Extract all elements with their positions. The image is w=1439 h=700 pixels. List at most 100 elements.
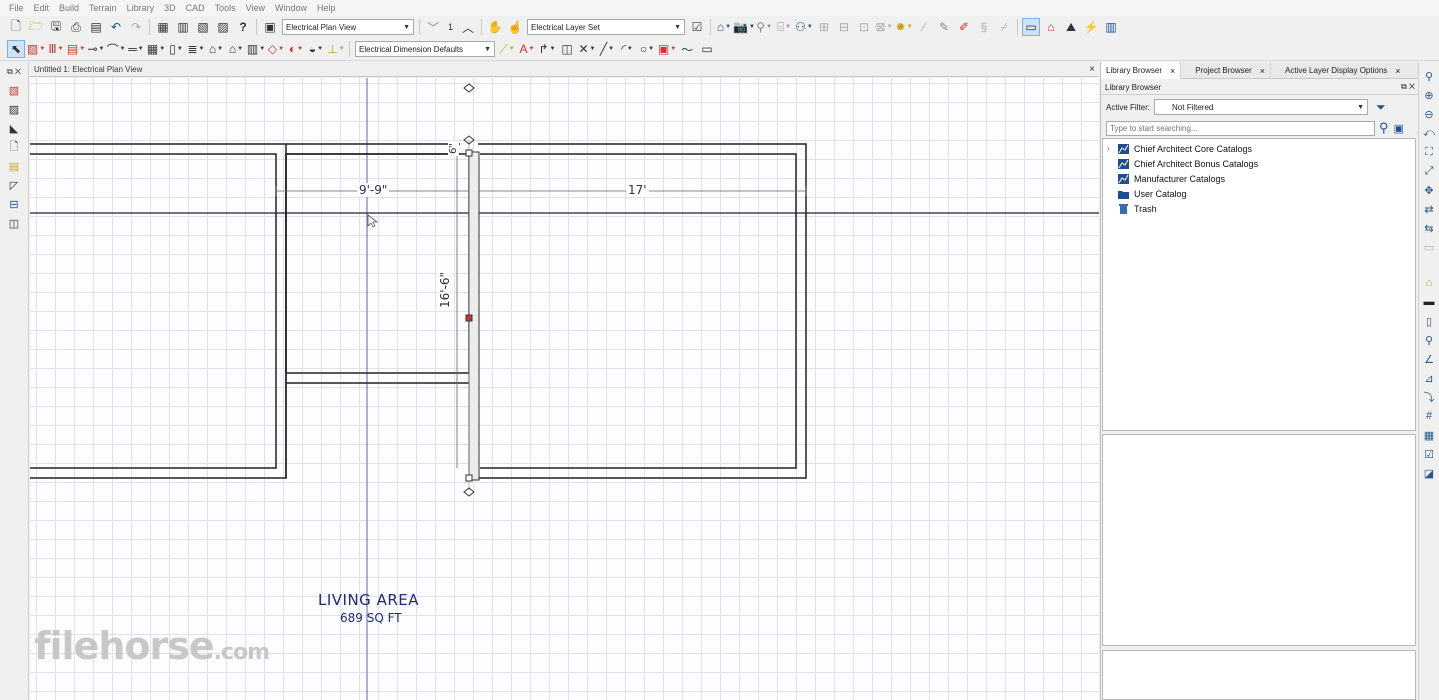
plan-toggle-icon[interactable]: ▦ xyxy=(154,18,172,36)
bulge-icon[interactable]: ⤵ xyxy=(1421,389,1437,405)
zoom-in-icon[interactable]: ⊕ xyxy=(1421,87,1437,103)
float-icon[interactable]: ⧉ xyxy=(1401,82,1407,91)
tab-project-browser[interactable]: Project Browser × xyxy=(1181,62,1272,79)
layer-set-select[interactable]: Electrical Layer Set ▼ xyxy=(527,19,686,35)
grid-page-icon[interactable]: ▭ xyxy=(1421,239,1437,255)
close-icon[interactable]: × xyxy=(1170,66,1175,76)
tree-item-user-catalog[interactable]: User Catalog xyxy=(1103,186,1415,201)
binoculars-icon[interactable]: ⚇ ▼ xyxy=(795,18,813,36)
menu-library[interactable]: Library xyxy=(122,3,160,13)
menu-help[interactable]: Help xyxy=(312,3,341,13)
wall-tool-icon[interactable]: ▧ xyxy=(5,82,23,99)
select-objects-icon[interactable]: ⬉ xyxy=(7,40,25,58)
page-tool-icon[interactable]: 🗋 xyxy=(5,139,23,156)
menu-build[interactable]: Build xyxy=(54,3,84,13)
cross-icon[interactable]: ✕ ▼ xyxy=(578,40,596,58)
snap-angle-icon[interactable]: ∠ xyxy=(1421,351,1437,367)
close-icon[interactable]: × xyxy=(1395,66,1400,76)
draw-line-icon[interactable]: ╱ ▼ xyxy=(598,40,616,58)
zoom-icon[interactable]: ⚲ xyxy=(1421,68,1437,84)
tree-item-trash[interactable]: Trash xyxy=(1103,201,1415,216)
line-tool-icon[interactable]: ═ ▼ xyxy=(127,40,145,58)
move-handle-top[interactable] xyxy=(463,83,475,93)
cad-block-icon[interactable]: ▭ xyxy=(698,40,716,58)
tree-item-bonus-catalogs[interactable]: Chief Architect Bonus Catalogs xyxy=(1103,156,1415,171)
material-tool-icon[interactable]: ▤ xyxy=(5,158,23,175)
redo-icon[interactable]: ↷ xyxy=(127,18,145,36)
close-icon[interactable]: × xyxy=(1260,66,1265,76)
new-file-icon[interactable]: 🗋 xyxy=(7,18,25,36)
float-pin-icon[interactable]: ⧉ ✕ xyxy=(5,63,23,80)
window-tile-icon[interactable]: ▭ xyxy=(1022,18,1041,36)
wall-left-room[interactable] xyxy=(30,143,287,479)
marker-icon[interactable]: ◫ xyxy=(558,40,576,58)
floor-down-icon[interactable]: ﹀ xyxy=(424,18,442,36)
undo-icon[interactable]: ↶ xyxy=(107,18,125,36)
dimension-9-9[interactable]: 9'-9" xyxy=(357,183,390,197)
plan-check-icon[interactable]: ☑ xyxy=(1421,446,1437,462)
elevation-icon[interactable]: ⌂ xyxy=(1042,18,1060,36)
layer-check-icon[interactable]: ☑ xyxy=(688,18,706,36)
render-icon[interactable]: ⊟ xyxy=(835,18,853,36)
search-input[interactable] xyxy=(1106,120,1375,136)
draw-walls-icon[interactable]: ▧ ▼ xyxy=(27,40,45,58)
layer-bar-icon[interactable]: ▬ xyxy=(1421,294,1437,310)
elevation-tool-icon[interactable]: ◣ xyxy=(5,120,23,137)
layout-toggle-icon[interactable]: ▥ xyxy=(174,18,192,36)
plan-view-select[interactable]: Electrical Plan View ▼ xyxy=(282,19,414,35)
page-zoom-icon[interactable]: ⚲ xyxy=(1421,332,1437,348)
roof-icon[interactable]: ⌂ ▼ xyxy=(207,40,225,58)
end-handle-bottom[interactable] xyxy=(465,474,473,482)
camera-icon[interactable]: 📷 ▼ xyxy=(733,18,755,36)
eraser-icon[interactable]: ⌿ xyxy=(995,18,1013,36)
panel-icon[interactable]: ▥ xyxy=(1102,18,1120,36)
floor-material-icon[interactable]: ◇ ▼ xyxy=(267,40,285,58)
mid-handle[interactable] xyxy=(465,314,473,322)
dimension-17[interactable]: 17' xyxy=(626,183,649,197)
tree-item-core-catalogs[interactable]: › Chief Architect Core Catalogs xyxy=(1103,141,1415,156)
light-icon[interactable]: ✹ ▼ xyxy=(895,18,913,36)
active-filter-select[interactable]: Not Filtered ▼ xyxy=(1154,99,1369,115)
dimension-defaults-select[interactable]: Electrical Dimension Defaults ▼ xyxy=(355,41,495,57)
menu-3d[interactable]: 3D xyxy=(159,3,181,13)
hatch-tool-icon[interactable]: ▨ xyxy=(5,101,23,118)
floor-up-icon[interactable]: ︿ xyxy=(459,18,477,36)
open-folder-icon[interactable]: 🗁 xyxy=(27,18,45,36)
print-icon[interactable]: ⎙ xyxy=(67,18,85,36)
help-icon[interactable]: ? xyxy=(234,18,252,36)
search-options-icon[interactable]: ▣ xyxy=(1394,122,1404,135)
spline-icon[interactable]: 〜 xyxy=(678,40,696,58)
search-icon[interactable]: ⚲ xyxy=(1379,120,1389,136)
print-preview-icon[interactable]: ▤ xyxy=(87,18,105,36)
dimension-tool-icon[interactable]: ⊟ xyxy=(5,196,23,213)
grid-check-icon[interactable]: ▦ xyxy=(1421,427,1437,443)
hand-edit-icon[interactable]: ☝ xyxy=(506,18,524,36)
fence-icon[interactable]: ▥ ▼ xyxy=(247,40,265,58)
cabinet-box-icon[interactable]: ▦ ▼ xyxy=(147,40,165,58)
furniture-icon[interactable]: ⊞ xyxy=(815,18,833,36)
end-handle-top[interactable] xyxy=(465,149,473,157)
door-view-icon[interactable]: ⌸ ▼ xyxy=(775,18,793,36)
dimension-16-6[interactable]: 16'-6" xyxy=(438,269,452,310)
walkthrough-icon[interactable]: ⚲ ▼ xyxy=(755,18,773,36)
cabinet-icon[interactable]: ▤ ▼ xyxy=(67,40,85,58)
terrain-window-icon[interactable]: ⛰ xyxy=(1062,18,1080,36)
menu-file[interactable]: File xyxy=(4,3,29,13)
text-icon[interactable]: A ▼ xyxy=(518,40,536,58)
paint-icon[interactable]: ✎ xyxy=(935,18,953,36)
view-tab[interactable]: Untitled 1: Electrical Plan View × xyxy=(30,62,1099,77)
draw-arc-icon[interactable]: ◜ ▼ xyxy=(618,40,636,58)
energy-icon[interactable]: ⚡ xyxy=(1082,18,1100,36)
hand-icon[interactable]: ✋ xyxy=(486,18,504,36)
box-icon[interactable]: ▣ ▼ xyxy=(658,40,676,58)
callout-icon[interactable]: ↱ ▼ xyxy=(538,40,556,58)
spring-icon[interactable]: § xyxy=(975,18,993,36)
export-icon[interactable]: ⊠ ▼ xyxy=(875,18,893,36)
fill-window-icon[interactable]: ⛶ xyxy=(1421,144,1437,160)
menu-tools[interactable]: Tools xyxy=(210,3,241,13)
snap-object-icon[interactable]: ⊿ xyxy=(1421,370,1437,386)
pan-icon[interactable]: ✥ xyxy=(1421,182,1437,198)
wand-icon[interactable]: ⁄ xyxy=(915,18,933,36)
fill-window-building-icon[interactable]: ⤢ xyxy=(1421,163,1437,179)
close-icon[interactable]: × xyxy=(1089,64,1095,75)
